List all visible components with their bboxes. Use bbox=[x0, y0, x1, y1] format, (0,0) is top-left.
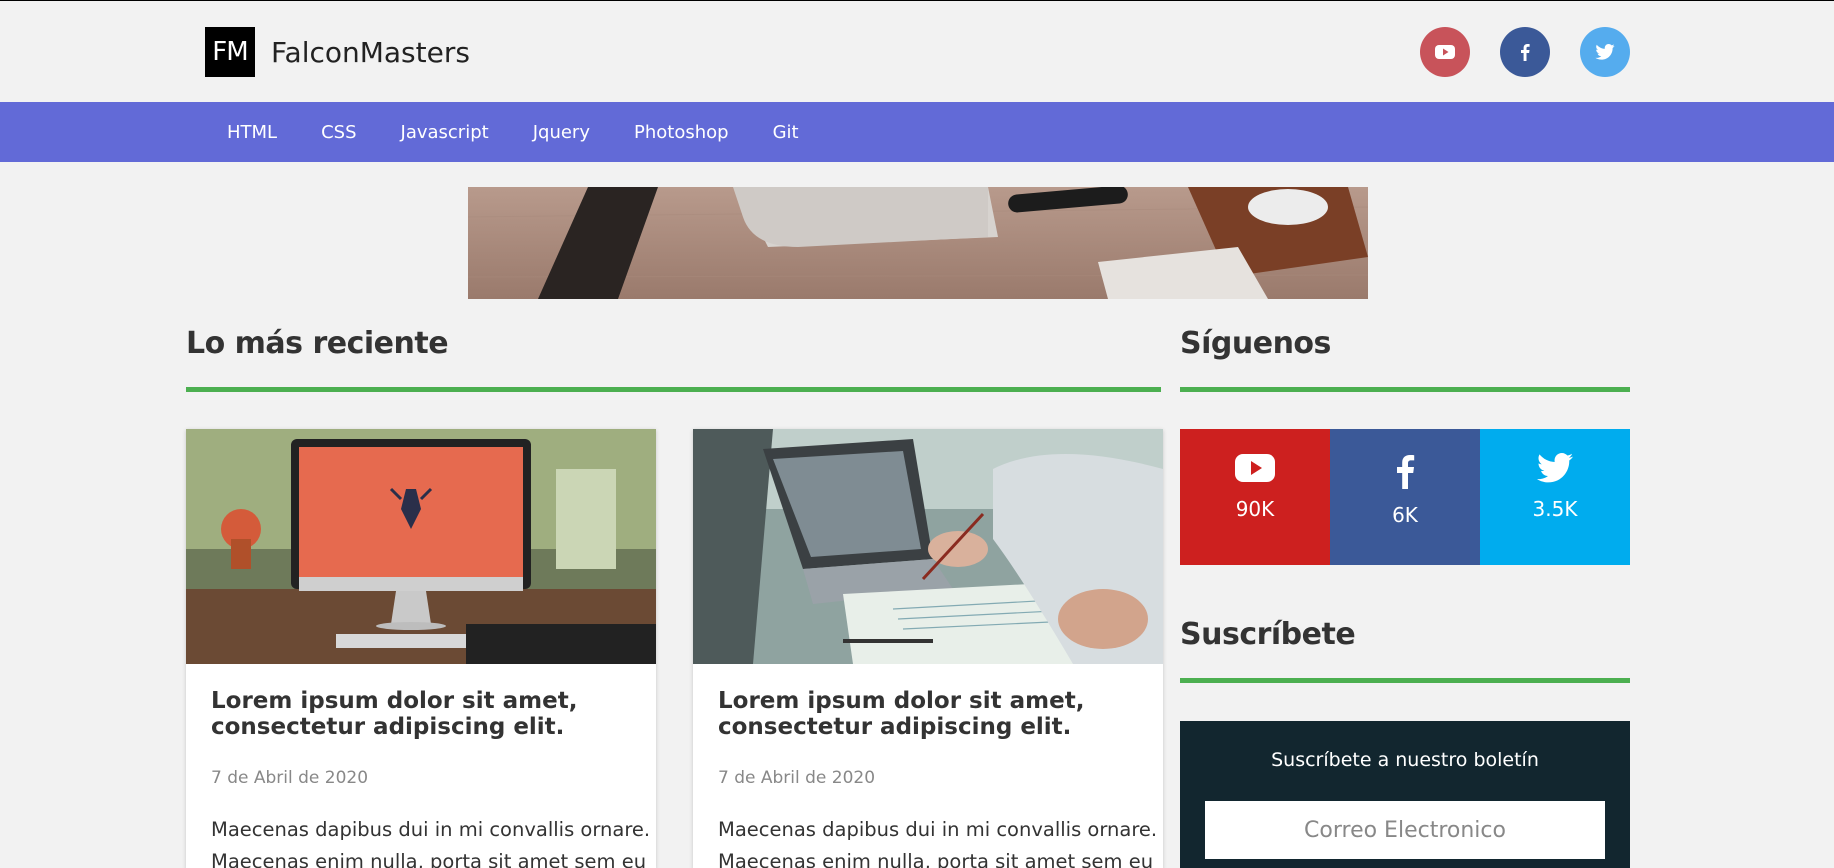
youtube-icon bbox=[1235, 454, 1275, 482]
banner-image bbox=[468, 187, 1368, 299]
twitter-icon bbox=[1537, 453, 1573, 483]
subscribe-text: Suscríbete a nuestro boletín bbox=[1271, 749, 1539, 771]
follow-heading: Síguenos bbox=[1180, 326, 1331, 361]
follow-youtube[interactable]: 90K bbox=[1180, 429, 1330, 565]
post-card[interactable]: Lorem ipsum dolor sit amet, consectetur … bbox=[186, 429, 656, 868]
post-title[interactable]: Lorem ipsum dolor sit amet, consectetur … bbox=[718, 688, 1148, 740]
post-excerpt: Maecenas dapibus dui in mi convallis orn… bbox=[211, 818, 651, 868]
nav-item-html[interactable]: HTML bbox=[205, 122, 299, 143]
youtube-icon bbox=[1435, 45, 1455, 59]
post-title[interactable]: Lorem ipsum dolor sit amet, consectetur … bbox=[211, 688, 641, 740]
facebook-icon bbox=[1521, 44, 1530, 61]
nav-item-javascript[interactable]: Javascript bbox=[379, 122, 511, 143]
youtube-link[interactable] bbox=[1420, 27, 1470, 77]
site-logo[interactable]: FM FalconMasters bbox=[205, 27, 470, 77]
latest-divider bbox=[186, 387, 1161, 392]
follow-divider bbox=[1180, 387, 1630, 392]
site-header: FM FalconMasters bbox=[0, 1, 1834, 102]
subscribe-divider bbox=[1180, 678, 1630, 683]
logo-mark: FM bbox=[205, 27, 255, 77]
twitter-count: 3.5K bbox=[1532, 497, 1578, 521]
subscribe-heading: Suscríbete bbox=[1180, 617, 1356, 652]
post-image bbox=[693, 429, 1163, 664]
twitter-link[interactable] bbox=[1580, 27, 1630, 77]
nav-item-css[interactable]: CSS bbox=[299, 122, 378, 143]
facebook-count: 6K bbox=[1392, 503, 1418, 527]
banner-illustration bbox=[468, 187, 1368, 299]
follow-boxes: 90K 6K 3.5K bbox=[1180, 429, 1630, 565]
latest-heading: Lo más reciente bbox=[186, 326, 449, 361]
header-social-links bbox=[1420, 27, 1630, 77]
post-date: 7 de Abril de 2020 bbox=[718, 768, 876, 788]
nav-item-git[interactable]: Git bbox=[751, 122, 821, 143]
follow-facebook[interactable]: 6K bbox=[1330, 429, 1480, 565]
facebook-icon bbox=[1397, 455, 1415, 489]
email-field[interactable] bbox=[1205, 801, 1605, 859]
facebook-link[interactable] bbox=[1500, 27, 1550, 77]
post-image bbox=[186, 429, 656, 664]
nav-item-jquery[interactable]: Jquery bbox=[511, 122, 612, 143]
nav-item-photoshop[interactable]: Photoshop bbox=[612, 122, 751, 143]
twitter-icon bbox=[1595, 44, 1615, 60]
youtube-count: 90K bbox=[1235, 497, 1275, 521]
post-excerpt: Maecenas dapibus dui in mi convallis orn… bbox=[718, 818, 1158, 868]
post-card[interactable]: Lorem ipsum dolor sit amet, consectetur … bbox=[693, 429, 1163, 868]
follow-twitter[interactable]: 3.5K bbox=[1480, 429, 1630, 565]
main-nav: HTML CSS Javascript Jquery Photoshop Git bbox=[0, 102, 1834, 162]
subscribe-box: Suscríbete a nuestro boletín bbox=[1180, 721, 1630, 868]
post-date: 7 de Abril de 2020 bbox=[211, 768, 369, 788]
logo-text: FalconMasters bbox=[271, 35, 470, 69]
